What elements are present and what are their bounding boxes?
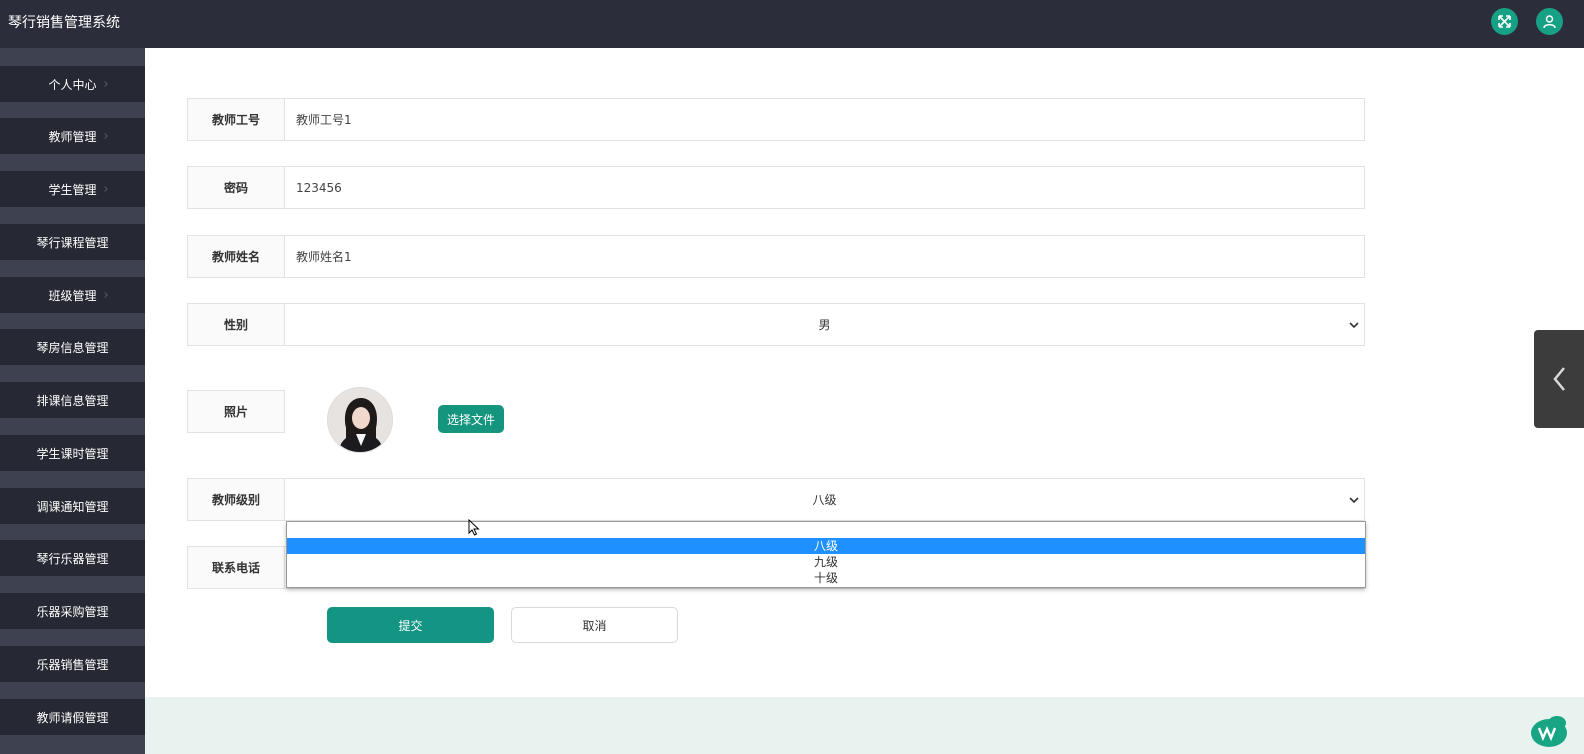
chevron-left-icon <box>1553 367 1565 391</box>
mouse-cursor-icon <box>468 519 480 536</box>
level-dropdown-list: 八级 九级 十级 <box>286 521 1366 588</box>
teacher-no-input[interactable]: 教师工号1 <box>285 98 1365 141</box>
user-icon[interactable] <box>1536 8 1563 35</box>
submit-button[interactable]: 提交 <box>327 607 494 643</box>
teacher-name-label: 教师姓名 <box>187 235 285 278</box>
top-bar: 琴行销售管理系统 <box>0 0 1584 48</box>
sidebar-item-instrument-management[interactable]: 琴行乐器管理 <box>0 540 145 576</box>
teacher-photo <box>327 387 393 453</box>
sidebar-item-teacher-leave-management[interactable]: 教师请假管理 <box>0 699 145 735</box>
teacher-no-label: 教师工号 <box>187 98 285 141</box>
app-title: 琴行销售管理系统 <box>8 15 120 31</box>
sidebar-item-student-hours-management[interactable]: 学生课时管理 <box>0 435 145 471</box>
level-option-9[interactable]: 九级 <box>287 554 1365 570</box>
sidebar-item-instrument-purchase-management[interactable]: 乐器采购管理 <box>0 593 145 629</box>
cancel-button[interactable]: 取消 <box>511 607 678 643</box>
sidebar: 个人中心 教师管理 学生管理 琴行课程管理 班级管理 琴房信息管理 排课信息管理… <box>0 48 145 754</box>
corner-logo-icon <box>1531 716 1567 747</box>
sidebar-item-teacher-management[interactable]: 教师管理 <box>0 118 145 154</box>
sidebar-item-personal-center[interactable]: 个人中心 <box>0 66 145 102</box>
sidebar-item-class-management[interactable]: 班级管理 <box>0 277 145 313</box>
level-option-10[interactable]: 十级 <box>287 570 1365 586</box>
level-option-8[interactable]: 八级 <box>287 538 1365 554</box>
phone-label: 联系电话 <box>187 546 285 589</box>
sidebar-item-piano-room-management[interactable]: 琴房信息管理 <box>0 329 145 365</box>
gender-select[interactable]: 男 <box>285 303 1365 346</box>
password-label: 密码 <box>187 166 285 209</box>
side-panel-toggle[interactable] <box>1534 330 1584 428</box>
chevron-down-icon <box>1349 322 1359 329</box>
level-label: 教师级别 <box>187 478 285 521</box>
photo-label: 照片 <box>187 390 285 433</box>
main-content <box>145 48 1584 697</box>
footer-band <box>145 697 1584 754</box>
teacher-name-input[interactable]: 教师姓名1 <box>285 235 1365 278</box>
fullscreen-icon[interactable] <box>1491 8 1518 35</box>
sidebar-item-schedule-management[interactable]: 排课信息管理 <box>0 382 145 418</box>
sidebar-item-reschedule-notice-management[interactable]: 调课通知管理 <box>0 488 145 524</box>
chevron-down-icon <box>1349 497 1359 504</box>
gender-selected-value: 男 <box>818 318 831 332</box>
portrait-image <box>328 388 392 452</box>
password-input[interactable]: 123456 <box>285 166 1365 209</box>
level-select[interactable]: 八级 <box>285 478 1365 521</box>
sidebar-item-student-management[interactable]: 学生管理 <box>0 171 145 207</box>
gender-label: 性别 <box>187 303 285 346</box>
choose-file-button[interactable]: 选择文件 <box>438 405 504 433</box>
level-option-empty[interactable] <box>287 522 1365 538</box>
level-selected-value: 八级 <box>812 493 837 507</box>
sidebar-item-course-management[interactable]: 琴行课程管理 <box>0 224 145 260</box>
sidebar-item-instrument-sales-management[interactable]: 乐器销售管理 <box>0 646 145 682</box>
